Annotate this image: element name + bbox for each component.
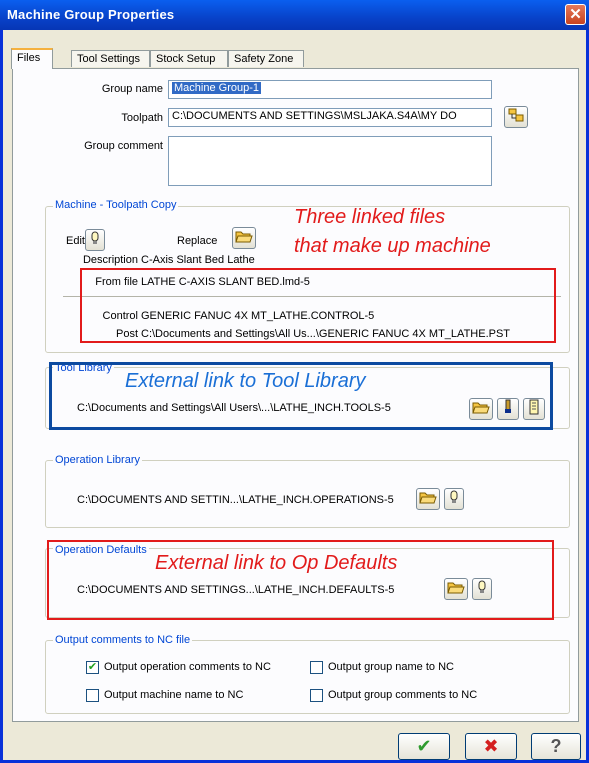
output-operation-comments-checkbox[interactable]: ✔: [86, 661, 99, 674]
close-button[interactable]: ✕: [565, 4, 586, 25]
description-label: Description: [82, 254, 138, 266]
hint-bulb-icon: [91, 231, 99, 244]
edit-machine-button[interactable]: [85, 229, 105, 251]
annotation-machine-line1: Three linked files: [294, 206, 446, 228]
tab-files[interactable]: Files: [11, 48, 53, 69]
machine-files-highlight: [80, 268, 556, 343]
group-comment-textarea[interactable]: [168, 136, 492, 186]
folder-tree-icon: [508, 108, 524, 122]
output-machine-name-checkbox[interactable]: [86, 689, 99, 702]
help-button[interactable]: ?: [531, 733, 581, 760]
group-name-input[interactable]: Machine Group-1: [168, 80, 492, 99]
annotation-op-defaults: External link to Op Defaults: [155, 552, 398, 574]
operation-library-hint-button[interactable]: [444, 488, 464, 510]
tab-safety-zone[interactable]: Safety Zone: [228, 50, 304, 67]
output-group-comments-checkbox[interactable]: [310, 689, 323, 702]
annotation-machine-line2: that make up machine: [294, 235, 491, 257]
operation-library-open-button[interactable]: [416, 488, 440, 510]
open-folder-icon: [419, 492, 437, 504]
toolpath-label: Toolpath: [121, 112, 163, 124]
tab-stock-setup[interactable]: Stock Setup: [150, 50, 228, 67]
group-name-label: Group name: [101, 83, 163, 95]
output-group-name-label: Output group name to NC: [328, 661, 454, 673]
machine-toolpath-group-title: Machine - Toolpath Copy: [53, 199, 179, 211]
machine-group-properties-dialog: Machine Group Properties ✕ Files Tool Se…: [0, 0, 589, 763]
hint-bulb-icon: [450, 490, 458, 503]
toolpath-field[interactable]: C:\DOCUMENTS AND SETTINGS\MSLJAKA.S4A\MY…: [168, 108, 492, 127]
description-value: C-Axis Slant Bed Lathe: [141, 254, 255, 266]
operation-library-group-title: Operation Library: [53, 454, 142, 466]
tab-tool-settings[interactable]: Tool Settings: [71, 50, 150, 67]
open-folder-icon: [235, 231, 253, 243]
annotation-tool-library: External link to Tool Library: [125, 370, 366, 392]
title-bar[interactable]: Machine Group Properties ✕: [0, 0, 589, 30]
replace-machine-button[interactable]: [232, 227, 256, 249]
window-title: Machine Group Properties: [7, 7, 175, 22]
output-operation-comments-label: Output operation comments to NC: [104, 661, 271, 673]
replace-label: Replace: [177, 235, 218, 247]
output-group-name-checkbox[interactable]: [310, 661, 323, 674]
browse-folder-button[interactable]: [504, 106, 528, 128]
output-comments-group-title: Output comments to NC file: [53, 634, 193, 646]
edit-label: Edit: [66, 235, 85, 247]
operation-library-path: C:\DOCUMENTS AND SETTIN...\LATHE_INCH.OP…: [77, 494, 394, 506]
output-machine-name-label: Output machine name to NC: [104, 689, 244, 701]
ok-button[interactable]: ✔: [398, 733, 450, 760]
cancel-button[interactable]: ✖: [465, 733, 517, 760]
group-comment-label: Group comment: [84, 140, 163, 152]
output-comments-group: [45, 640, 570, 714]
output-group-comments-label: Output group comments to NC: [328, 689, 478, 701]
